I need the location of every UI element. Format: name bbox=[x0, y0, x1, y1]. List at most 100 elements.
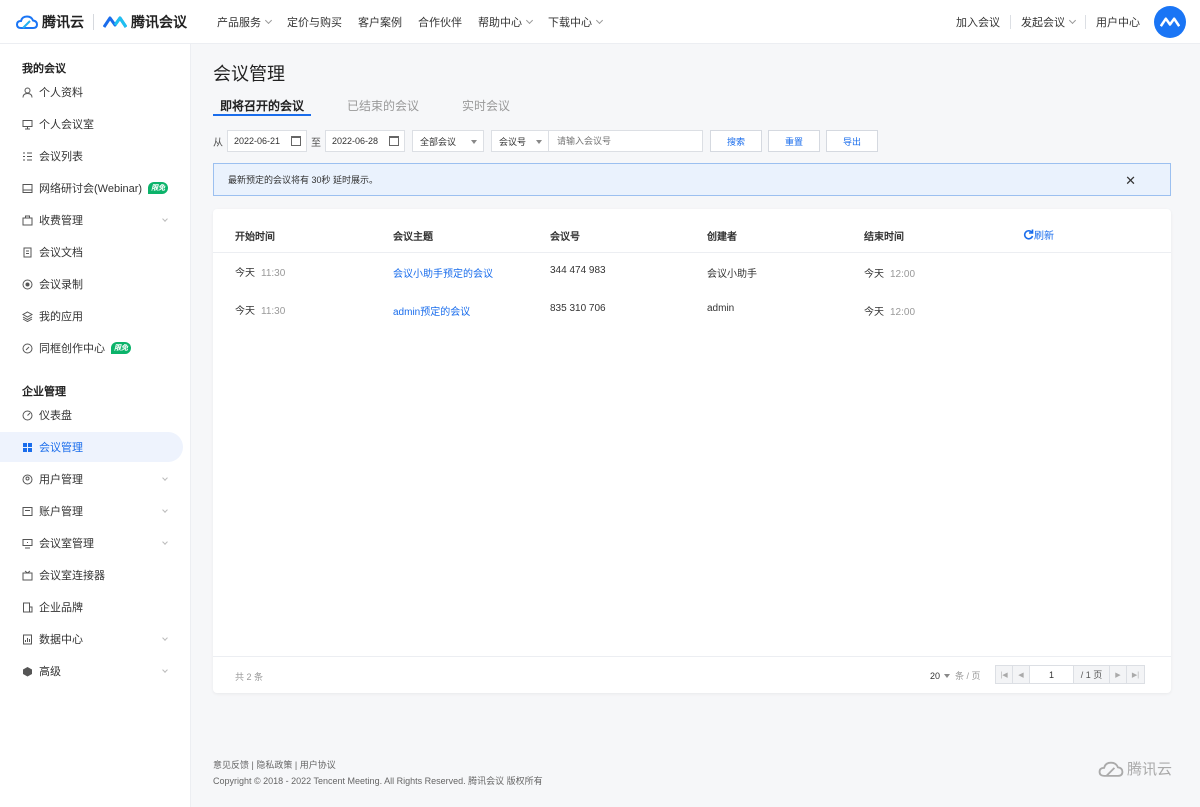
nav-pricing[interactable]: 定价与购买 bbox=[287, 14, 342, 30]
column-header-topic[interactable]: 会议主题 bbox=[393, 228, 433, 243]
page-total: / 1 页 bbox=[1074, 666, 1110, 683]
apps-icon bbox=[22, 310, 33, 322]
tab-upcoming[interactable]: 即将召开的会议 bbox=[213, 94, 312, 116]
first-page-button[interactable]: |◀ bbox=[996, 666, 1013, 683]
sidebar-item-documents[interactable]: 会议文档 bbox=[0, 237, 183, 267]
feedback-link[interactable]: 意见反馈 bbox=[213, 760, 249, 770]
search-field-select[interactable]: 会议号 bbox=[491, 130, 549, 152]
chevron-down-icon bbox=[1068, 16, 1077, 25]
sidebar-item-data-center[interactable]: 数据中心 bbox=[0, 624, 183, 654]
link-divider: | bbox=[251, 760, 254, 770]
sidebar-item-room-management[interactable]: 会议室管理 bbox=[0, 528, 183, 558]
reset-button[interactable]: 重置 bbox=[768, 130, 820, 152]
user-center-link[interactable]: 用户中心 bbox=[1096, 14, 1140, 30]
nav-cases[interactable]: 客户案例 bbox=[358, 14, 402, 30]
start-meeting-menu[interactable]: 发起会议 bbox=[1021, 14, 1077, 30]
sidebar-item-label: 会议列表 bbox=[39, 151, 83, 163]
page-size-select[interactable]: 20 条 / 页 bbox=[930, 669, 981, 682]
sidebar-item-user-management[interactable]: 用户管理 bbox=[0, 464, 183, 494]
footer-logo-text: 腾讯云 bbox=[1127, 761, 1173, 778]
close-icon[interactable]: ✕ bbox=[1125, 173, 1136, 189]
agreement-link[interactable]: 用户协议 bbox=[300, 760, 336, 770]
sidebar-item-label: 仪表盘 bbox=[39, 410, 72, 422]
nav-label: 下载中心 bbox=[548, 16, 592, 29]
column-header-number[interactable]: 会议号 bbox=[550, 228, 580, 243]
next-page-button[interactable]: ▶ bbox=[1110, 666, 1127, 683]
end-date-picker[interactable]: 2022-06-28 bbox=[325, 130, 405, 152]
webinar-icon bbox=[22, 183, 33, 194]
tab-ended[interactable]: 已结束的会议 bbox=[340, 94, 426, 116]
column-header-start-time[interactable]: 开始时间 bbox=[235, 228, 275, 243]
avatar[interactable] bbox=[1154, 6, 1186, 38]
sidebar-item-billing[interactable]: 收费管理 bbox=[0, 205, 183, 235]
meeting-logo-icon bbox=[103, 16, 127, 28]
tencent-meeting-logo[interactable]: 腾讯会议 bbox=[103, 12, 187, 32]
sidebar-item-label: 用户管理 bbox=[39, 474, 83, 486]
sidebar-item-advanced[interactable]: 高级 bbox=[0, 656, 183, 686]
start-date-picker[interactable]: 2022-06-21 bbox=[227, 130, 307, 152]
page-number-input[interactable] bbox=[1030, 666, 1074, 683]
chevron-down-icon bbox=[162, 216, 168, 222]
sidebar-item-label: 企业品牌 bbox=[39, 602, 83, 614]
chevron-down-icon bbox=[162, 539, 168, 545]
meeting-number-input[interactable] bbox=[549, 130, 703, 152]
sidebar-item-personal-room[interactable]: 个人会议室 bbox=[0, 109, 183, 139]
sidebar-item-label: 会议管理 bbox=[39, 442, 83, 454]
link-divider: | bbox=[294, 760, 298, 770]
per-page-unit: 条 / 页 bbox=[955, 671, 981, 681]
sidebar-item-profile[interactable]: 个人资料 bbox=[0, 77, 183, 107]
delay-notice: 最新预定的会议将有 30秒 延时展示。 ✕ bbox=[213, 163, 1171, 196]
notice-text: 最新预定的会议将有 30秒 延时展示。 bbox=[228, 175, 379, 185]
sidebar-item-meeting-management[interactable]: 会议管理 bbox=[0, 432, 183, 462]
column-header-end-time[interactable]: 结束时间 bbox=[864, 228, 904, 243]
time-label: 12:00 bbox=[890, 307, 916, 318]
list-icon bbox=[22, 151, 33, 162]
search-button[interactable]: 搜索 bbox=[710, 130, 762, 152]
tab-live[interactable]: 实时会议 bbox=[455, 94, 517, 116]
sidebar-item-room-connector[interactable]: 会议室连接器 bbox=[0, 560, 183, 590]
refresh-label: 刷新 bbox=[1034, 231, 1054, 242]
sidebar-item-brand[interactable]: 企业品牌 bbox=[0, 592, 183, 622]
nav-label: 定价与购买 bbox=[287, 16, 342, 29]
last-page-button[interactable]: ▶| bbox=[1127, 666, 1144, 683]
sidebar-item-account-management[interactable]: 账户管理 bbox=[0, 496, 183, 526]
privacy-link[interactable]: 隐私政策 bbox=[256, 760, 292, 770]
sidebar: 我的会议 个人资料 个人会议室 会议列表 网络研讨会(Webinar) 限免 收… bbox=[0, 44, 191, 807]
export-button[interactable]: 导出 bbox=[826, 130, 878, 152]
pagination: |◀ ◀ / 1 页 ▶ ▶| bbox=[995, 665, 1145, 684]
cloud-logo-icon bbox=[1098, 761, 1124, 777]
copyright: Copyright © 2018 - 2022 Tencent Meeting.… bbox=[213, 776, 543, 786]
filter-bar: 从 2022-06-21 至 2022-06-28 全部会议 会议号 搜索 重置… bbox=[213, 130, 878, 152]
sidebar-item-label: 个人资料 bbox=[39, 87, 83, 99]
tencent-cloud-logo[interactable]: 腾讯云 bbox=[16, 12, 84, 32]
sidebar-item-label: 账户管理 bbox=[39, 506, 83, 518]
sidebar-item-meeting-list[interactable]: 会议列表 bbox=[0, 141, 183, 171]
meeting-topic-link[interactable]: admin预定的会议 bbox=[393, 303, 470, 318]
meeting-brand-name: 腾讯会议 bbox=[131, 13, 187, 30]
sidebar-item-webinar[interactable]: 网络研讨会(Webinar) 限免 bbox=[0, 173, 183, 203]
refresh-button[interactable]: 刷新 bbox=[1023, 227, 1054, 242]
total-count: 共 2 条 bbox=[235, 672, 264, 682]
table-footer: 共 2 条 20 条 / 页 |◀ ◀ / 1 页 ▶ ▶| bbox=[213, 656, 1171, 693]
prev-page-button[interactable]: ◀ bbox=[1013, 666, 1030, 683]
day-label: 今天 bbox=[864, 307, 884, 318]
meeting-scope-select[interactable]: 全部会议 bbox=[412, 130, 484, 152]
time-label: 12:00 bbox=[890, 269, 916, 280]
sidebar-item-dashboard[interactable]: 仪表盘 bbox=[0, 400, 183, 430]
nav-partners[interactable]: 合作伙伴 bbox=[418, 14, 462, 30]
footer-cloud-logo: 腾讯云 bbox=[1098, 758, 1172, 779]
start-date-value: 2022-06-21 bbox=[234, 136, 281, 146]
nav-products[interactable]: 产品服务 bbox=[217, 14, 273, 30]
join-meeting-link[interactable]: 加入会议 bbox=[956, 14, 1000, 30]
meeting-room-icon bbox=[22, 119, 33, 130]
column-header-creator[interactable]: 创建者 bbox=[707, 228, 737, 243]
nav-help[interactable]: 帮助中心 bbox=[478, 14, 534, 30]
nav-download[interactable]: 下载中心 bbox=[548, 14, 604, 30]
meeting-topic-link[interactable]: 会议小助手预定的会议 bbox=[393, 265, 493, 280]
chevron-down-icon bbox=[162, 475, 168, 481]
creator-cell: admin bbox=[707, 303, 735, 314]
sidebar-item-recording[interactable]: 会议录制 bbox=[0, 269, 183, 299]
sidebar-item-label: 网络研讨会(Webinar) bbox=[39, 183, 143, 195]
sidebar-item-creation-center[interactable]: 同框创作中心 限免 bbox=[0, 333, 183, 363]
sidebar-item-apps[interactable]: 我的应用 bbox=[0, 301, 183, 331]
